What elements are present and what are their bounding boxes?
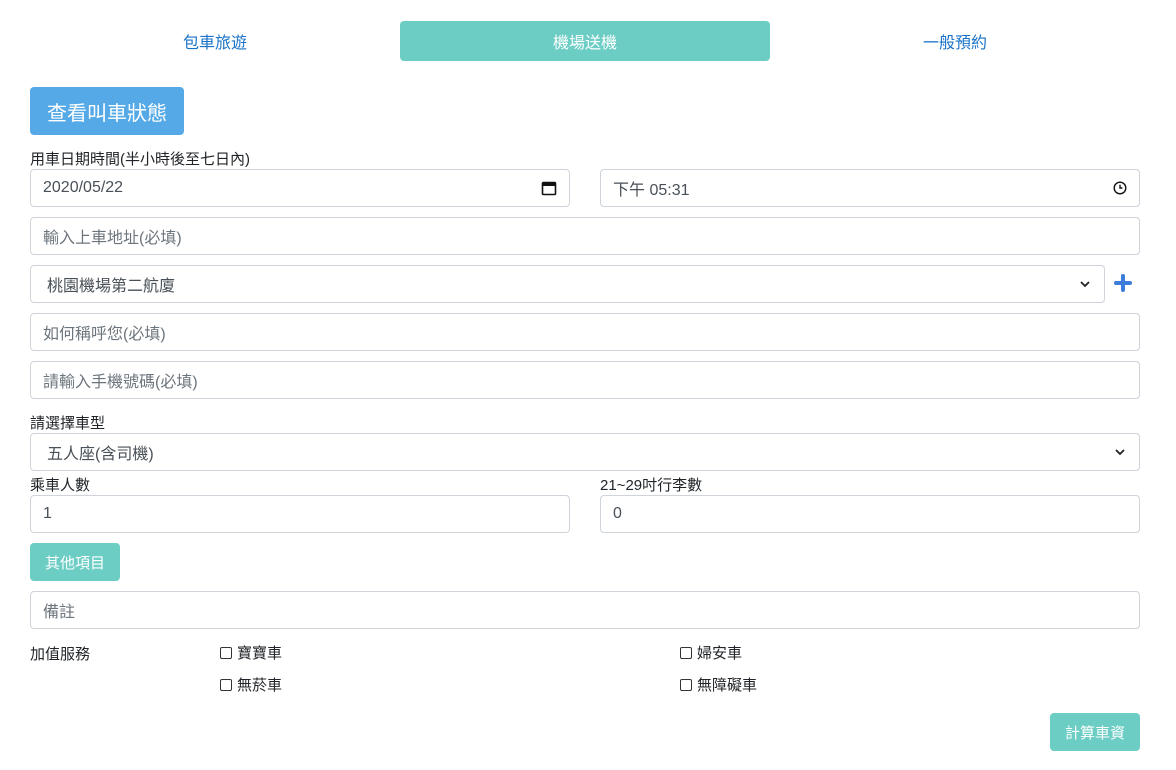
checkbox-box[interactable] bbox=[680, 646, 692, 659]
name-placeholder: 如何稱呼您(必填) bbox=[43, 326, 166, 343]
chevron-down-icon bbox=[1078, 277, 1092, 291]
name-input[interactable]: 如何稱呼您(必填) bbox=[30, 313, 1140, 351]
tab-general-booking[interactable]: 一般預約 bbox=[770, 21, 1140, 61]
clock-icon[interactable] bbox=[1113, 181, 1127, 195]
other-items-button[interactable]: 其他項目 bbox=[30, 543, 120, 581]
services-label: 加值服務 bbox=[30, 646, 91, 663]
airport-select-value: 桃園機場第二航廈 bbox=[47, 278, 176, 295]
airport-select[interactable]: 桃園機場第二航廈 bbox=[30, 265, 1105, 303]
luggage-input[interactable]: 0 bbox=[600, 495, 1140, 533]
service-baby-car-label: 寶寶車 bbox=[237, 645, 283, 662]
notes-placeholder: 備註 bbox=[43, 604, 76, 621]
add-destination-plus-icon[interactable] bbox=[1114, 274, 1132, 292]
calculate-fare-button[interactable]: 計算車資 bbox=[1050, 713, 1140, 751]
date-value: 2020/05/22 bbox=[43, 179, 124, 196]
service-accessible-car-label: 無障礙車 bbox=[697, 677, 758, 694]
service-women-safe-car-checkbox[interactable]: 婦安車 bbox=[680, 642, 742, 663]
service-accessible-car-checkbox[interactable]: 無障礙車 bbox=[680, 674, 757, 695]
service-baby-car-checkbox[interactable]: 寶寶車 bbox=[220, 642, 282, 663]
tab-charter-tour[interactable]: 包車旅遊 bbox=[30, 21, 400, 61]
notes-input[interactable]: 備註 bbox=[30, 591, 1140, 629]
tab-bar: 包車旅遊 機場送機 一般預約 bbox=[30, 21, 1140, 61]
car-type-label: 請選擇車型 bbox=[30, 415, 106, 432]
time-value: 下午 05:31 bbox=[613, 182, 690, 199]
passengers-label: 乘車人數 bbox=[30, 477, 91, 494]
datetime-label: 用車日期時間(半小時後至七日內) bbox=[30, 151, 250, 168]
luggage-label: 21~29吋行李數 bbox=[600, 477, 703, 494]
phone-placeholder: 請輸入手機號碼(必填) bbox=[43, 374, 198, 391]
service-non-smoking-car-checkbox[interactable]: 無菸車 bbox=[220, 674, 282, 695]
car-type-value: 五人座(含司機) bbox=[47, 446, 154, 463]
date-input[interactable]: 2020/05/22 bbox=[30, 169, 570, 207]
checkbox-box[interactable] bbox=[680, 678, 692, 691]
calendar-icon[interactable] bbox=[541, 180, 557, 196]
checkbox-box[interactable] bbox=[220, 678, 232, 691]
service-non-smoking-car-label: 無菸車 bbox=[237, 677, 283, 694]
phone-input[interactable]: 請輸入手機號碼(必填) bbox=[30, 361, 1140, 399]
time-input[interactable]: 下午 05:31 bbox=[600, 169, 1140, 207]
tab-airport-dropoff[interactable]: 機場送機 bbox=[400, 21, 770, 61]
chevron-down-icon bbox=[1113, 445, 1127, 459]
checkbox-box[interactable] bbox=[220, 646, 232, 659]
passengers-input[interactable]: 1 bbox=[30, 495, 570, 533]
pickup-address-input[interactable]: 輸入上車地址(必填) bbox=[30, 217, 1140, 255]
passengers-value: 1 bbox=[43, 505, 52, 522]
car-type-select[interactable]: 五人座(含司機) bbox=[30, 433, 1140, 471]
service-women-safe-car-label: 婦安車 bbox=[697, 645, 743, 662]
luggage-value: 0 bbox=[613, 505, 622, 522]
pickup-address-placeholder: 輸入上車地址(必填) bbox=[43, 230, 182, 247]
view-ride-status-button[interactable]: 查看叫車狀態 bbox=[30, 87, 184, 135]
